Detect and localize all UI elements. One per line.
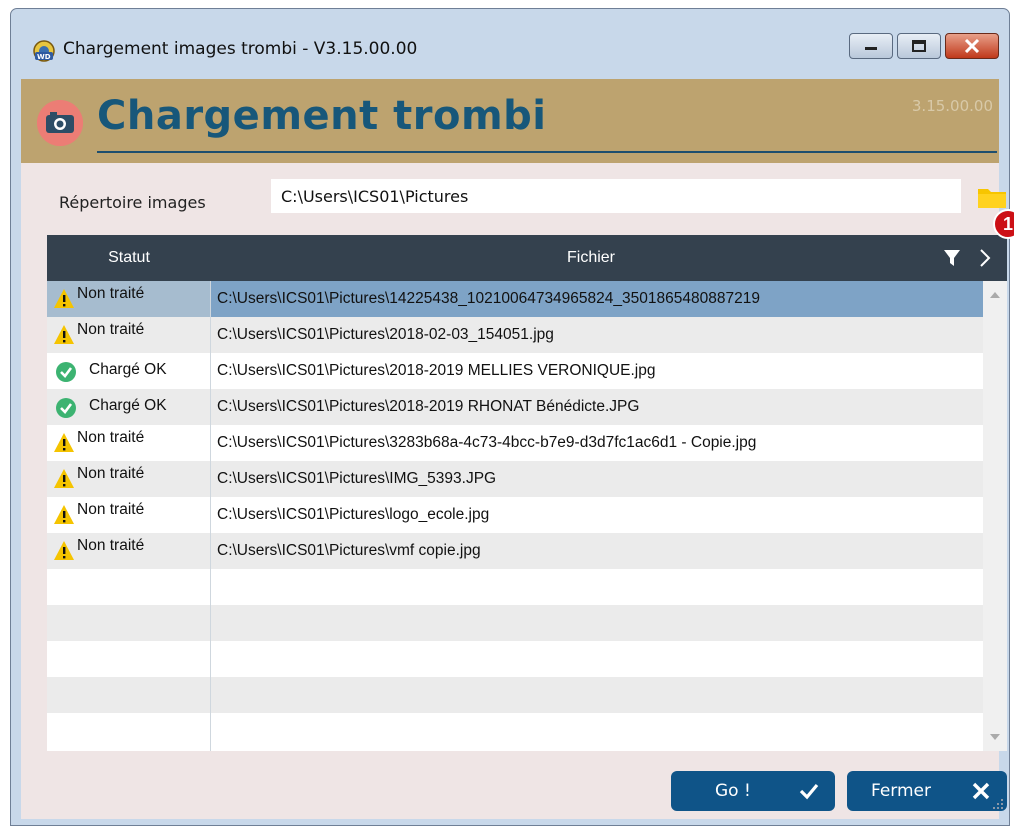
status-cell: Non traité bbox=[47, 461, 211, 497]
table-row[interactable]: Non traité C:\Users\ICS01\Pictures\IMG_5… bbox=[47, 461, 983, 497]
table-row[interactable]: Chargé OK C:\Users\ICS01\Pictures\2018-2… bbox=[47, 353, 983, 389]
file-cell: C:\Users\ICS01\Pictures\3283b68a-4c73-4b… bbox=[217, 434, 757, 451]
status-cell bbox=[47, 677, 211, 713]
status-cell: Non traité bbox=[47, 281, 211, 317]
title-bar: WD Chargement images trombi - V3.15.00.0… bbox=[11, 9, 1009, 79]
scroll-up-icon[interactable] bbox=[989, 291, 1001, 299]
files-table: Statut Fichier Non traité C:\Users\ICS01… bbox=[47, 235, 1007, 751]
table-row[interactable]: Non traité C:\Users\ICS01\Pictures\vmf c… bbox=[47, 533, 983, 569]
status-text: Non traité bbox=[77, 501, 145, 518]
status-cell: Non traité bbox=[47, 425, 211, 461]
status-text: Non traité bbox=[77, 465, 145, 482]
svg-text:WD: WD bbox=[37, 53, 51, 61]
status-cell: Chargé OK bbox=[47, 389, 211, 425]
table-row[interactable]: Non traité C:\Users\ICS01\Pictures\logo_… bbox=[47, 497, 983, 533]
table-row[interactable]: Non traité C:\Users\ICS01\Pictures\3283b… bbox=[47, 425, 983, 461]
warning-icon bbox=[54, 289, 74, 308]
warning-icon bbox=[54, 505, 74, 524]
table-header: Statut Fichier bbox=[47, 235, 1007, 281]
check-circle-icon bbox=[56, 362, 76, 382]
status-text: Chargé OK bbox=[89, 397, 167, 414]
status-cell: Chargé OK bbox=[47, 353, 211, 389]
window-controls bbox=[849, 33, 999, 59]
vertical-scrollbar[interactable] bbox=[983, 281, 1007, 751]
warning-icon bbox=[54, 325, 74, 344]
chevron-right-icon[interactable] bbox=[977, 247, 993, 269]
status-text: Chargé OK bbox=[89, 361, 167, 378]
check-circle-icon bbox=[56, 398, 76, 418]
banner: Chargement trombi 3.15.00.00 bbox=[21, 79, 999, 163]
status-cell bbox=[47, 641, 211, 677]
status-cell bbox=[47, 605, 211, 641]
directory-input[interactable] bbox=[271, 179, 961, 213]
close-icon bbox=[964, 39, 980, 53]
app-logo-icon: WD bbox=[33, 40, 55, 62]
column-header-statut[interactable]: Statut bbox=[47, 235, 211, 281]
go-button-label: Go ! bbox=[715, 781, 751, 801]
file-cell: C:\Users\ICS01\Pictures\IMG_5393.JPG bbox=[217, 470, 497, 487]
window-title: Chargement images trombi - V3.15.00.00 bbox=[63, 39, 418, 59]
warning-icon bbox=[54, 433, 74, 452]
table-body: Non traité C:\Users\ICS01\Pictures\14225… bbox=[47, 281, 983, 751]
column-header-fichier[interactable]: Fichier bbox=[211, 235, 971, 281]
status-cell: Non traité bbox=[47, 497, 211, 533]
camera-icon bbox=[37, 100, 83, 146]
empty-row bbox=[47, 605, 983, 641]
close-x-icon bbox=[972, 782, 990, 800]
status-text: Non traité bbox=[77, 537, 145, 554]
file-cell: C:\Users\ICS01\Pictures\2018-02-03_15405… bbox=[217, 326, 554, 343]
file-cell: C:\Users\ICS01\Pictures\logo_ecole.jpg bbox=[217, 506, 490, 523]
table-row[interactable]: Chargé OK C:\Users\ICS01\Pictures\2018-2… bbox=[47, 389, 983, 425]
close-window-button[interactable] bbox=[945, 33, 999, 59]
go-button[interactable]: Go ! bbox=[671, 771, 835, 811]
file-cell: C:\Users\ICS01\Pictures\2018-2019 MELLIE… bbox=[217, 362, 656, 379]
app-window: WD Chargement images trombi - V3.15.00.0… bbox=[10, 8, 1014, 826]
title-underline bbox=[97, 151, 997, 153]
file-cell: C:\Users\ICS01\Pictures\vmf copie.jpg bbox=[217, 542, 481, 559]
filter-icon[interactable] bbox=[943, 249, 961, 267]
check-icon bbox=[799, 783, 819, 800]
file-cell: C:\Users\ICS01\Pictures\14225438_1021006… bbox=[217, 290, 760, 307]
directory-label: Répertoire images bbox=[59, 193, 206, 212]
file-cell: C:\Users\ICS01\Pictures\2018-2019 RHONAT… bbox=[217, 398, 640, 415]
maximize-button[interactable] bbox=[897, 33, 941, 59]
status-text: Non traité bbox=[77, 285, 145, 302]
status-cell: Non traité bbox=[47, 533, 211, 569]
folder-icon[interactable] bbox=[977, 185, 1007, 209]
empty-row bbox=[47, 677, 983, 713]
maximize-icon bbox=[912, 40, 926, 52]
status-text: Non traité bbox=[77, 321, 145, 338]
warning-icon bbox=[54, 469, 74, 488]
status-cell bbox=[47, 713, 211, 751]
close-button[interactable]: Fermer bbox=[847, 771, 1007, 811]
page-title: Chargement trombi bbox=[97, 93, 547, 139]
close-button-label: Fermer bbox=[871, 781, 932, 801]
version-label: 3.15.00.00 bbox=[911, 97, 993, 115]
warning-icon bbox=[54, 541, 74, 560]
status-cell: Non traité bbox=[47, 317, 211, 353]
table-row[interactable]: Non traité C:\Users\ICS01\Pictures\2018-… bbox=[47, 317, 983, 353]
empty-row bbox=[47, 569, 983, 605]
table-row[interactable]: Non traité C:\Users\ICS01\Pictures\14225… bbox=[47, 281, 983, 317]
status-text: Non traité bbox=[77, 429, 145, 446]
minimize-button[interactable] bbox=[849, 33, 893, 59]
status-cell bbox=[47, 569, 211, 605]
minimize-icon bbox=[865, 47, 877, 50]
resize-grip-icon[interactable] bbox=[991, 797, 1005, 811]
scroll-down-icon[interactable] bbox=[989, 733, 1001, 741]
empty-row bbox=[47, 713, 983, 751]
empty-row bbox=[47, 641, 983, 677]
client-area: Chargement trombi 3.15.00.00 1 Répertoir… bbox=[21, 79, 1014, 819]
